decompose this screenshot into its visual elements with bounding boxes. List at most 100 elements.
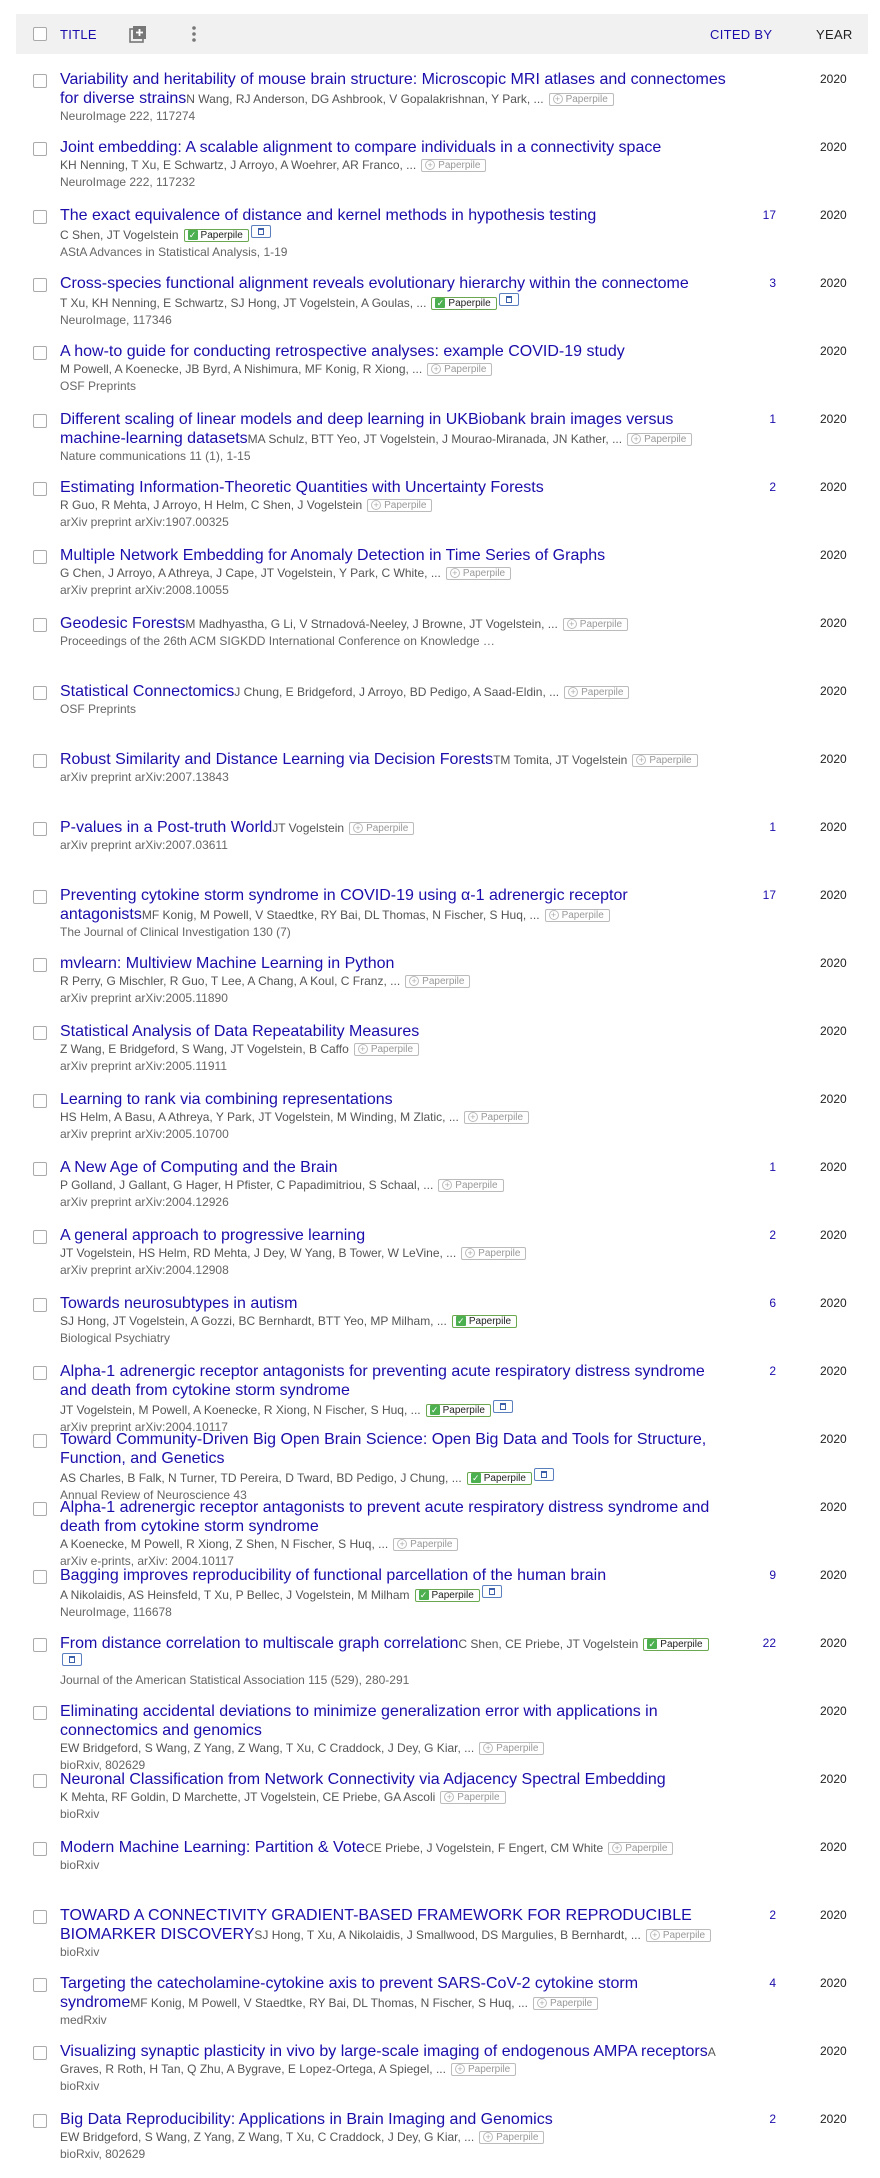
row-checkbox[interactable] xyxy=(33,1162,47,1176)
pdf-view-icon[interactable] xyxy=(498,293,519,306)
row-checkbox[interactable] xyxy=(33,754,47,768)
article-title-link[interactable]: Bagging improves reproducibility of func… xyxy=(60,1567,606,1584)
article-title-link[interactable]: A general approach to progressive learni… xyxy=(60,1227,365,1244)
row-checkbox[interactable] xyxy=(33,1230,47,1244)
article-title-link[interactable]: Learning to rank via combining represent… xyxy=(60,1091,393,1108)
cited-by-count[interactable]: 17 xyxy=(736,208,776,222)
cited-by-sort-link[interactable]: CITED BY xyxy=(710,27,772,42)
article-title-link[interactable]: Neuronal Classification from Network Con… xyxy=(60,1771,666,1788)
article-title-link[interactable]: Visualizing synaptic plasticity in vivo … xyxy=(60,2043,708,2060)
cited-by-count[interactable]: 3 xyxy=(736,276,776,290)
row-checkbox[interactable] xyxy=(33,414,47,428)
row-checkbox[interactable] xyxy=(33,74,47,88)
article-title-link[interactable]: P-values in a Post-truth World xyxy=(60,819,272,836)
row-checkbox[interactable] xyxy=(33,1298,47,1312)
paperpile-button[interactable]: ✓ Paperpile xyxy=(425,1403,491,1417)
more-options-icon[interactable] xyxy=(186,24,202,44)
pdf-view-icon[interactable] xyxy=(250,225,271,238)
paperpile-button[interactable]: + Paperpile xyxy=(532,1996,599,2010)
article-title-link[interactable]: Geodesic Forests xyxy=(60,615,185,632)
row-checkbox[interactable] xyxy=(33,1366,47,1380)
article-title-link[interactable]: Robust Similarity and Distance Learning … xyxy=(60,751,493,768)
article-title-link[interactable]: From distance correlation to multiscale … xyxy=(60,1635,458,1652)
row-checkbox[interactable] xyxy=(33,618,47,632)
row-checkbox[interactable] xyxy=(33,550,47,564)
cited-by-count[interactable]: 17 xyxy=(736,888,776,902)
cited-by-count[interactable]: 2 xyxy=(736,1908,776,1922)
paperpile-button[interactable]: ✓ Paperpile xyxy=(431,296,497,310)
article-title-link[interactable]: Estimating Information-Theoretic Quantit… xyxy=(60,479,544,496)
article-title-link[interactable]: Alpha-1 adrenergic receptor antagonists … xyxy=(60,1499,709,1535)
paperpile-button[interactable]: ✓ Paperpile xyxy=(414,1588,480,1602)
article-title-link[interactable]: Statistical Connectomics xyxy=(60,683,234,700)
select-all-checkbox[interactable] xyxy=(33,27,47,41)
cited-by-count[interactable]: 9 xyxy=(736,1568,776,1582)
add-article-icon[interactable] xyxy=(128,24,148,44)
row-checkbox[interactable] xyxy=(33,1842,47,1856)
paperpile-button[interactable]: + Paperpile xyxy=(438,1178,504,1192)
article-title-link[interactable]: Cross-species functional alignment revea… xyxy=(60,275,689,292)
article-title-link[interactable]: Toward Community-Driven Big Open Brain S… xyxy=(60,1431,706,1467)
paperpile-button[interactable]: + Paperpile xyxy=(479,1741,545,1755)
paperpile-button[interactable]: + Paperpile xyxy=(544,908,610,922)
row-checkbox[interactable] xyxy=(33,210,47,224)
paperpile-button[interactable]: + Paperpile xyxy=(461,1246,527,1260)
row-checkbox[interactable] xyxy=(33,822,47,836)
row-checkbox[interactable] xyxy=(33,1706,47,1720)
article-title-link[interactable]: A New Age of Computing and the Brain xyxy=(60,1159,338,1176)
article-title-link[interactable]: Joint embedding: A scalable alignment to… xyxy=(60,139,661,156)
article-title-link[interactable]: Eliminating accidental deviations to min… xyxy=(60,1703,658,1739)
pdf-view-icon[interactable] xyxy=(481,1585,502,1598)
pdf-view-icon[interactable] xyxy=(492,1400,513,1413)
paperpile-button[interactable]: + Paperpile xyxy=(645,1928,712,1942)
article-title-link[interactable]: Modern Machine Learning: Partition & Vot… xyxy=(60,1839,365,1856)
cited-by-count[interactable]: 22 xyxy=(736,1636,776,1650)
year-sort-link[interactable]: YEAR xyxy=(816,27,853,42)
article-title-link[interactable]: Multiple Network Embedding for Anomaly D… xyxy=(60,547,605,564)
paperpile-button[interactable]: + Paperpile xyxy=(450,2062,517,2076)
article-title-link[interactable]: Towards neurosubtypes in autism xyxy=(60,1295,297,1312)
row-checkbox[interactable] xyxy=(33,482,47,496)
paperpile-button[interactable]: ✓ Paperpile xyxy=(183,228,249,242)
paperpile-button[interactable]: + Paperpile xyxy=(548,92,614,106)
cited-by-count[interactable]: 1 xyxy=(736,820,776,834)
cited-by-count[interactable]: 6 xyxy=(736,1296,776,1310)
title-sort-link[interactable]: TITLE xyxy=(60,27,97,42)
cited-by-count[interactable]: 2 xyxy=(736,2112,776,2126)
cited-by-count[interactable]: 1 xyxy=(736,1160,776,1174)
pdf-view-icon[interactable] xyxy=(62,1653,82,1666)
paperpile-button[interactable]: + Paperpile xyxy=(393,1537,459,1551)
row-checkbox[interactable] xyxy=(33,1978,47,1992)
row-checkbox[interactable] xyxy=(33,2114,47,2128)
row-checkbox[interactable] xyxy=(33,142,47,156)
paperpile-button[interactable]: + Paperpile xyxy=(353,1042,420,1056)
pdf-view-icon[interactable] xyxy=(533,1468,554,1481)
row-checkbox[interactable] xyxy=(33,1570,47,1584)
row-checkbox[interactable] xyxy=(33,1638,47,1652)
row-checkbox[interactable] xyxy=(33,1434,47,1448)
paperpile-button[interactable]: + Paperpile xyxy=(367,498,433,512)
cited-by-count[interactable]: 2 xyxy=(736,1364,776,1378)
paperpile-button[interactable]: + Paperpile xyxy=(562,617,629,631)
row-checkbox[interactable] xyxy=(33,1910,47,1924)
row-checkbox[interactable] xyxy=(33,1094,47,1108)
paperpile-button[interactable]: + Paperpile xyxy=(427,362,493,376)
row-checkbox[interactable] xyxy=(33,1774,47,1788)
cited-by-count[interactable]: 2 xyxy=(736,1228,776,1242)
row-checkbox[interactable] xyxy=(33,958,47,972)
paperpile-button[interactable]: ✓ Paperpile xyxy=(451,1314,518,1328)
cited-by-count[interactable]: 4 xyxy=(736,1976,776,1990)
paperpile-button[interactable]: + Paperpile xyxy=(349,821,415,835)
article-title-link[interactable]: Statistical Analysis of Data Repeatabili… xyxy=(60,1023,419,1040)
paperpile-button[interactable]: + Paperpile xyxy=(445,566,512,580)
article-title-link[interactable]: Alpha-1 adrenergic receptor antagonists … xyxy=(60,1363,705,1399)
row-checkbox[interactable] xyxy=(33,2046,47,2060)
paperpile-button[interactable]: ✓ Paperpile xyxy=(466,1471,532,1485)
paperpile-button[interactable]: + Paperpile xyxy=(440,1790,506,1804)
article-title-link[interactable]: mvlearn: Multiview Machine Learning in P… xyxy=(60,955,394,972)
paperpile-button[interactable]: + Paperpile xyxy=(627,432,693,446)
row-checkbox[interactable] xyxy=(33,278,47,292)
row-checkbox[interactable] xyxy=(33,1502,47,1516)
cited-by-count[interactable]: 2 xyxy=(736,480,776,494)
paperpile-button[interactable]: + Paperpile xyxy=(463,1110,530,1124)
